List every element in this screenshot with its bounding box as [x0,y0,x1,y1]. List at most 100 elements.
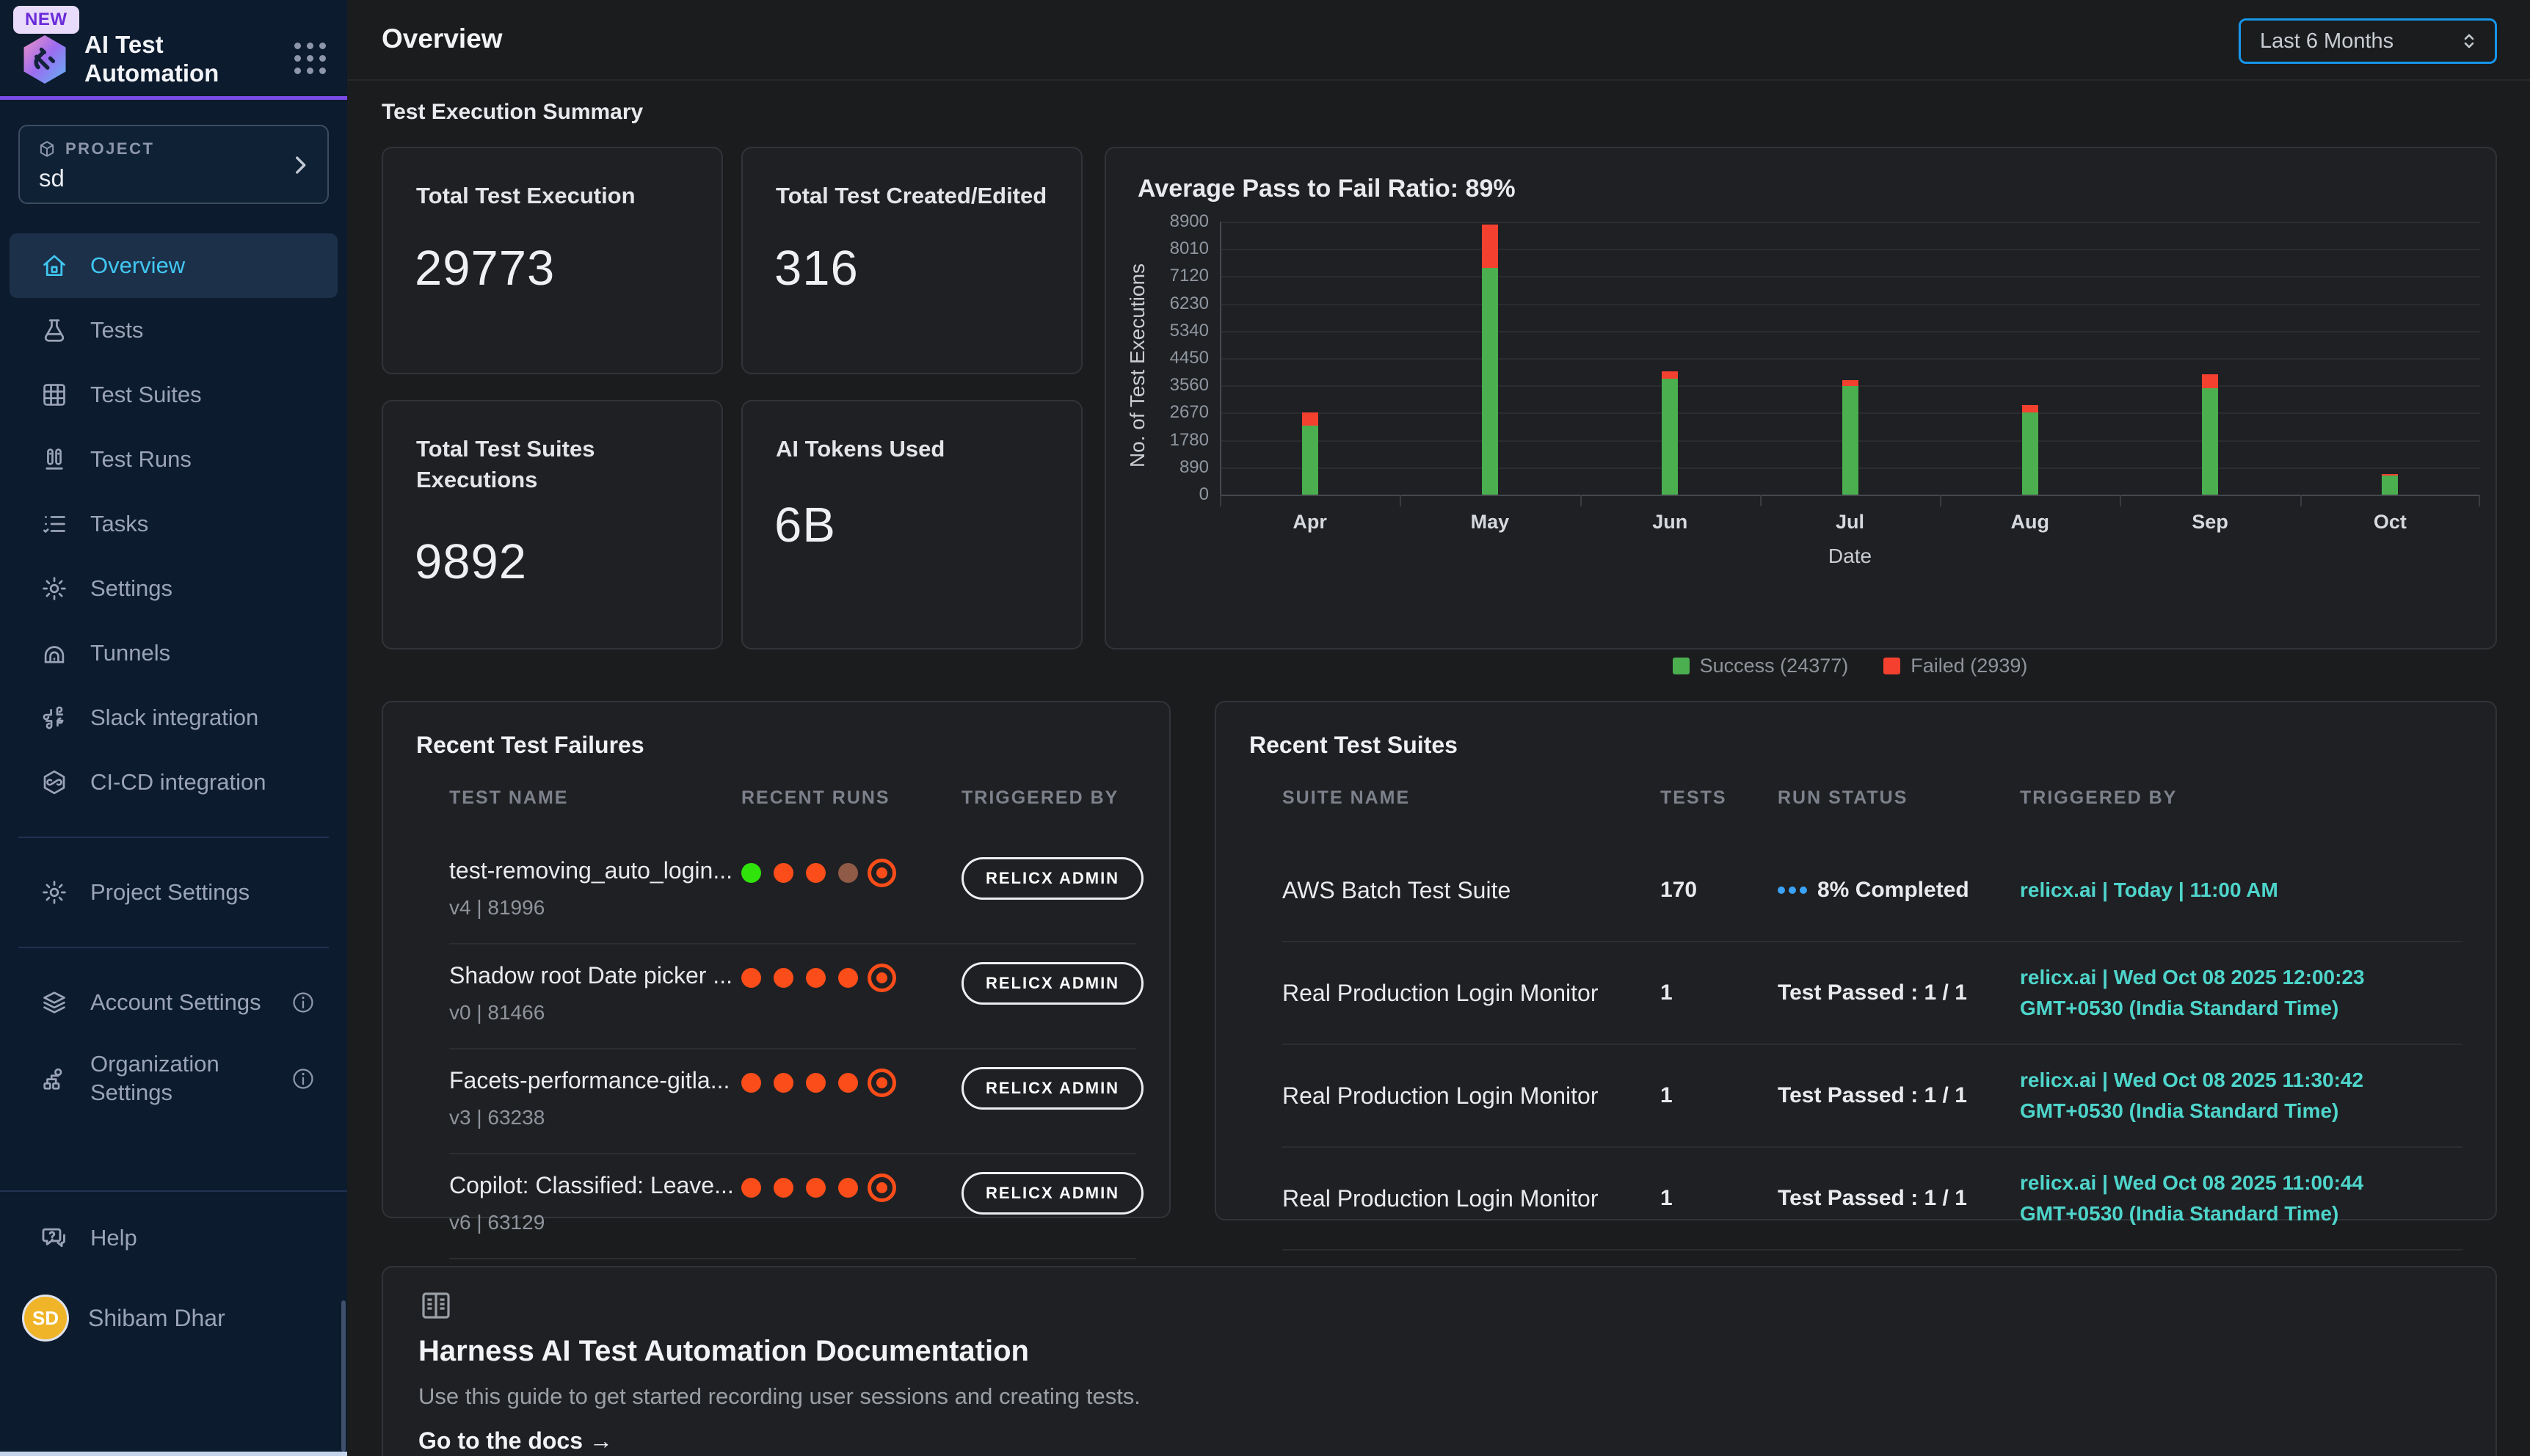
chart-gridline [1220,222,2480,223]
chart-gridline [1220,331,2480,332]
failure-row[interactable]: Facets-performance-gitla...v3 | 63238REL… [449,1049,1136,1154]
chart-axis-tick [2479,495,2480,506]
run-status-dot[interactable] [774,1073,793,1093]
run-status-dot[interactable] [838,968,858,988]
suite-row[interactable]: Real Production Login Monitor1Test Passe… [1282,942,2462,1045]
run-status-text: 8% Completed [1817,878,1969,903]
sidebar-vertical-scrollbar[interactable] [341,1300,346,1452]
sidebar-item-test-runs[interactable]: Test Runs [10,427,338,492]
chart-axis-tick [1400,495,1401,506]
info-icon[interactable] [291,1066,316,1091]
run-status-dot[interactable] [838,863,858,883]
legend-label: Success (24377) [1700,655,1849,677]
triggered-by-button[interactable]: RELICX ADMIN [962,857,1144,900]
sidebar-item-settings[interactable]: Settings [10,556,338,621]
apps-grid-icon[interactable] [294,43,327,75]
recent-runs [741,1173,962,1202]
run-status-dot[interactable] [741,1178,761,1198]
sidebar-item-label: Tunnels [90,639,338,668]
chart-axis-tick [1220,495,1221,506]
chevron-right-icon [288,153,313,178]
run-status-dot[interactable] [774,863,793,883]
chart-axis-tick [1940,495,1941,506]
legend-item-failed[interactable]: Failed (2939) [1883,655,2027,677]
run-status-latest-dot[interactable] [868,1069,896,1097]
app-root: NEW AI Test Automation [0,0,2530,1456]
sidebar-item-slack-integration[interactable]: Slack integration [10,685,338,750]
chart-gridline [1220,358,2480,360]
flask-icon [40,316,68,344]
run-status-dot[interactable] [838,1178,858,1198]
triggered-by-timestamp: relicx.ai | Wed Oct 08 2025 11:30:42 GMT… [2020,1065,2462,1126]
run-status: Test Passed : 1 / 1 [1778,1186,2020,1211]
gear-icon [40,878,68,906]
stat-card-value: 316 [774,240,859,296]
run-status-dot[interactable] [741,863,761,883]
sidebar-item-tests[interactable]: Tests [10,298,338,363]
triggered-by-button[interactable]: RELICX ADMIN [962,1172,1144,1215]
sidebar-horizontal-scrollbar[interactable] [0,1452,347,1456]
sidebar-divider [18,837,329,838]
run-status: 8% Completed [1778,878,2020,903]
triggered-by-button[interactable]: RELICX ADMIN [962,1067,1144,1110]
legend-item-success[interactable]: Success (24377) [1673,655,1849,677]
test-version-id: v0 | 81466 [449,1001,741,1024]
help-label: Help [90,1225,137,1251]
chart-y-tick: 7120 [1128,266,1209,286]
run-status-dot[interactable] [806,1073,826,1093]
suite-row[interactable]: AWS Batch Test Suite1708% Completedrelic… [1282,840,2462,942]
test-version-id: v4 | 81996 [449,896,741,920]
go-to-docs-link[interactable]: Go to the docs → [418,1427,613,1455]
column-header: SUITE NAME [1282,787,1660,809]
run-status-dot[interactable] [838,1073,858,1093]
chart-y-tick: 5340 [1128,321,1209,341]
sidebar-item-overview[interactable]: Overview [10,233,338,298]
chart-y-tick: 8900 [1128,211,1209,232]
column-header: TEST NAME [449,787,741,809]
section-title: Test Execution Summary [382,100,643,125]
sidebar-item-tunnels[interactable]: Tunnels [10,621,338,685]
date-range-selector[interactable]: Last 6 Months [2239,18,2497,64]
suite-row[interactable]: Real Production Login Monitor1Test Passe… [1282,1148,2462,1251]
triggered-by-button[interactable]: RELICX ADMIN [962,962,1144,1005]
sidebar-item-help[interactable]: Help [0,1212,347,1264]
run-status-dot[interactable] [806,1178,826,1198]
run-status-dot[interactable] [741,968,761,988]
project-selector[interactable]: PROJECT sd [18,125,329,204]
failures-title: Recent Test Failures [416,732,644,759]
run-status-latest-dot[interactable] [868,859,896,887]
sidebar-item-label: Slack integration [90,704,338,732]
test-name: Facets-performance-gitla... [449,1067,741,1094]
sidebar-item-test-suites[interactable]: Test Suites [10,363,338,427]
sidebar-item-organization-settings[interactable]: Organization Settings [10,1035,338,1123]
run-status-latest-dot[interactable] [868,1173,896,1202]
org-icon [40,1065,68,1093]
sidebar-item-project-settings[interactable]: Project Settings [10,860,338,925]
chart-y-tick: 2670 [1128,402,1209,423]
suite-tests-count: 1 [1660,1083,1778,1108]
info-icon[interactable] [291,990,316,1015]
run-status-latest-dot[interactable] [868,964,896,992]
date-range-value: Last 6 Months [2260,29,2393,54]
page-header: Overview Last 6 Months [347,0,2530,81]
run-status-dot[interactable] [806,968,826,988]
suite-row[interactable]: Real Production Login Monitor1Test Passe… [1282,1045,2462,1148]
legend-swatch-icon [1883,658,1900,674]
bar-success-oct [2382,476,2398,495]
chart-x-tick: Jun [1626,511,1714,534]
failure-row[interactable]: Copilot: Classified: Leave...v6 | 63129R… [449,1154,1136,1259]
sidebar-item-tasks[interactable]: Tasks [10,492,338,556]
run-status-dot[interactable] [774,1178,793,1198]
run-status-dot[interactable] [741,1073,761,1093]
run-status-dot[interactable] [774,968,793,988]
sidebar-item-label: Account Settings [90,989,269,1017]
sidebar-item-account-settings[interactable]: Account Settings [10,970,338,1035]
sidebar-item-ci-cd-integration[interactable]: CI-CD integration [10,750,338,815]
failure-row[interactable]: Shadow root Date picker ...v0 | 81466REL… [449,944,1136,1049]
run-status-dot[interactable] [806,863,826,883]
sidebar-item-label: CI-CD integration [90,768,338,797]
suites-table-body: AWS Batch Test Suite1708% Completedrelic… [1282,840,2462,1251]
failure-row[interactable]: test-removing_auto_login...v4 | 81996REL… [449,840,1136,944]
user-menu[interactable]: SD Shibam Dhar [0,1295,347,1342]
test-name: Shadow root Date picker ... [449,962,741,989]
